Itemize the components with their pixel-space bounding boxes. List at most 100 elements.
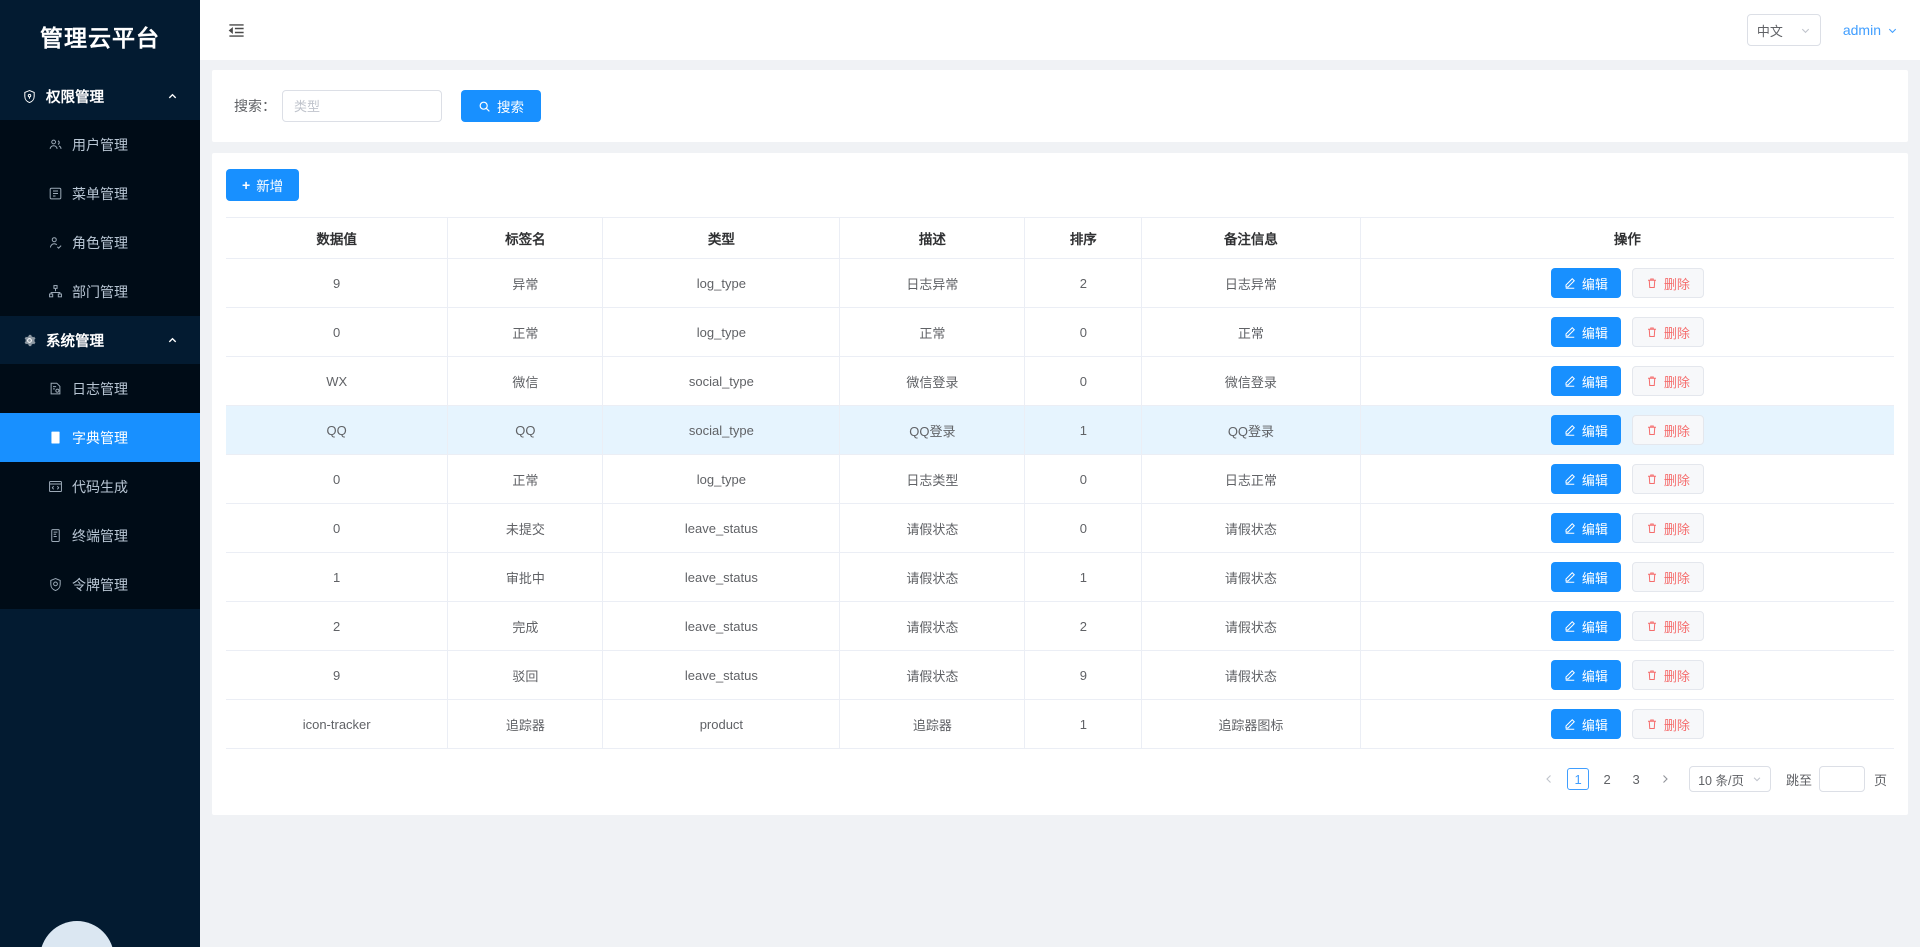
pencil-icon bbox=[1564, 571, 1576, 583]
page-number-1[interactable]: 1 bbox=[1567, 768, 1590, 790]
jump-page-input[interactable] bbox=[1818, 766, 1865, 792]
cell-sort: 9 bbox=[1024, 650, 1142, 700]
top-bar-right: 中文 admin bbox=[1746, 14, 1898, 46]
table-row[interactable]: 9 异常 log_type 日志异常 2 日志异常 编辑 删除 bbox=[226, 258, 1894, 308]
menu-fold-icon[interactable] bbox=[222, 16, 250, 44]
delete-button[interactable]: 删除 bbox=[1631, 268, 1704, 298]
language-value: 中文 bbox=[1756, 23, 1783, 39]
delete-button[interactable]: 删除 bbox=[1631, 317, 1704, 347]
user-menu[interactable]: admin bbox=[1843, 22, 1898, 38]
trash-icon bbox=[1646, 277, 1658, 289]
edit-button[interactable]: 编辑 bbox=[1550, 268, 1621, 298]
trash-icon bbox=[1646, 669, 1658, 681]
edit-button[interactable]: 编辑 bbox=[1550, 611, 1621, 641]
sidebar-item-label: 部门管理 bbox=[72, 283, 128, 300]
trash-icon bbox=[1646, 522, 1658, 534]
edit-button[interactable]: 编辑 bbox=[1550, 464, 1621, 494]
chevron-right-icon[interactable] bbox=[1654, 773, 1676, 785]
sidebar-item-menu-management[interactable]: 菜单管理 bbox=[0, 169, 200, 218]
row-action-group: 编辑 删除 bbox=[1361, 366, 1894, 396]
language-selector[interactable]: 中文 bbox=[1746, 14, 1821, 46]
search-button[interactable]: 搜索 bbox=[461, 90, 541, 122]
sidebar-group-system[interactable]: 系统管理 bbox=[0, 316, 200, 364]
trash-icon bbox=[1646, 718, 1658, 730]
table-row[interactable]: 0 未提交 leave_status 请假状态 0 请假状态 编辑 删除 bbox=[226, 503, 1894, 553]
table-row[interactable]: WX 微信 social_type 微信登录 0 微信登录 编辑 删除 bbox=[226, 356, 1894, 406]
cell-operations: 编辑 删除 bbox=[1359, 454, 1894, 504]
page-number-2[interactable]: 2 bbox=[1596, 768, 1618, 790]
cell-value: 9 bbox=[226, 258, 448, 308]
pencil-icon bbox=[1564, 424, 1576, 436]
sidebar-item-token-management[interactable]: 令牌管理 bbox=[0, 560, 200, 609]
table-row[interactable]: 1 审批中 leave_status 请假状态 1 请假状态 编辑 删除 bbox=[226, 552, 1894, 602]
sidebar-item-department-management[interactable]: 部门管理 bbox=[0, 267, 200, 316]
edit-button[interactable]: 编辑 bbox=[1550, 562, 1621, 592]
sidebar-group-permission[interactable]: 权限管理 bbox=[0, 72, 200, 120]
delete-button[interactable]: 删除 bbox=[1631, 562, 1704, 592]
sidebar-item-label: 令牌管理 bbox=[72, 576, 128, 593]
delete-button-label: 删除 bbox=[1663, 276, 1690, 292]
cell-label: 审批中 bbox=[447, 552, 603, 602]
sidebar-item-dictionary-management[interactable]: 字典管理 bbox=[0, 413, 200, 462]
cell-operations: 编辑 删除 bbox=[1359, 650, 1894, 700]
cell-description: 微信登录 bbox=[839, 356, 1025, 406]
add-button[interactable]: + 新增 bbox=[226, 169, 300, 201]
edit-button[interactable]: 编辑 bbox=[1550, 709, 1621, 739]
sidebar-item-code-generation[interactable]: 代码生成 bbox=[0, 462, 200, 511]
cell-remark: 日志异常 bbox=[1141, 258, 1361, 308]
delete-button[interactable]: 删除 bbox=[1631, 415, 1704, 445]
page-size-selector[interactable]: 10 条/页 bbox=[1689, 766, 1771, 792]
delete-button[interactable]: 删除 bbox=[1631, 464, 1704, 494]
delete-button[interactable]: 删除 bbox=[1631, 611, 1704, 641]
table-row[interactable]: icon-tracker 追踪器 product 追踪器 1 追踪器图标 编辑 删除 bbox=[226, 699, 1894, 749]
sidebar-item-user-management[interactable]: 用户管理 bbox=[0, 120, 200, 169]
delete-button[interactable]: 删除 bbox=[1631, 709, 1704, 739]
edit-button[interactable]: 编辑 bbox=[1550, 513, 1621, 543]
edit-button-label: 编辑 bbox=[1581, 374, 1608, 390]
edit-button[interactable]: 编辑 bbox=[1550, 366, 1621, 396]
cell-label: 未提交 bbox=[447, 503, 603, 553]
page-number-3[interactable]: 3 bbox=[1625, 768, 1647, 790]
edit-button-label: 编辑 bbox=[1581, 619, 1608, 635]
sidebar-item-label: 终端管理 bbox=[72, 527, 128, 544]
edit-button[interactable]: 编辑 bbox=[1550, 317, 1621, 347]
table-header-row: 数据值 标签名 类型 描述 排序 备注信息 操作 bbox=[226, 217, 1894, 259]
table-row[interactable]: 2 完成 leave_status 请假状态 2 请假状态 编辑 删除 bbox=[226, 601, 1894, 651]
column-header-operation: 操作 bbox=[1359, 217, 1894, 259]
chevron-left-icon[interactable] bbox=[1538, 773, 1560, 785]
search-label: 搜索： bbox=[234, 98, 276, 114]
cell-operations: 编辑 删除 bbox=[1359, 503, 1894, 553]
cell-sort: 2 bbox=[1024, 258, 1142, 308]
sidebar-item-role-management[interactable]: 角色管理 bbox=[0, 218, 200, 267]
cell-remark: 请假状态 bbox=[1141, 552, 1361, 602]
sidebar-item-terminal-management[interactable]: 终端管理 bbox=[0, 511, 200, 560]
cell-operations: 编辑 删除 bbox=[1359, 258, 1894, 308]
table-row[interactable]: QQ QQ social_type QQ登录 1 QQ登录 编辑 删除 bbox=[226, 405, 1894, 455]
cell-operations: 编辑 删除 bbox=[1359, 601, 1894, 651]
edit-button[interactable]: 编辑 bbox=[1550, 660, 1621, 690]
token-shield-icon bbox=[48, 577, 63, 592]
search-input[interactable] bbox=[282, 90, 442, 122]
row-action-group: 编辑 删除 bbox=[1361, 268, 1894, 298]
row-action-group: 编辑 删除 bbox=[1361, 562, 1894, 592]
delete-button[interactable]: 删除 bbox=[1631, 660, 1704, 690]
edit-button-label: 编辑 bbox=[1581, 570, 1608, 586]
table-row[interactable]: 0 正常 log_type 日志类型 0 日志正常 编辑 删除 bbox=[226, 454, 1894, 504]
cell-sort: 2 bbox=[1024, 601, 1142, 651]
delete-button[interactable]: 删除 bbox=[1631, 513, 1704, 543]
cell-sort: 0 bbox=[1024, 454, 1142, 504]
delete-button-label: 删除 bbox=[1663, 619, 1690, 635]
cell-value: 0 bbox=[226, 503, 448, 553]
table-row[interactable]: 9 驳回 leave_status 请假状态 9 请假状态 编辑 删除 bbox=[226, 650, 1894, 700]
sidebar-item-label: 字典管理 bbox=[72, 429, 128, 446]
cell-type: leave_status bbox=[602, 601, 840, 651]
table-row[interactable]: 0 正常 log_type 正常 0 正常 编辑 删除 bbox=[226, 307, 1894, 357]
cell-value: icon-tracker bbox=[226, 699, 448, 749]
cell-value: 9 bbox=[226, 650, 448, 700]
cell-operations: 编辑 删除 bbox=[1359, 699, 1894, 749]
edit-button[interactable]: 编辑 bbox=[1550, 415, 1621, 445]
user-role-icon bbox=[48, 235, 63, 250]
sidebar-item-log-management[interactable]: 日志管理 bbox=[0, 364, 200, 413]
delete-button[interactable]: 删除 bbox=[1631, 366, 1704, 396]
users-icon bbox=[48, 137, 63, 152]
